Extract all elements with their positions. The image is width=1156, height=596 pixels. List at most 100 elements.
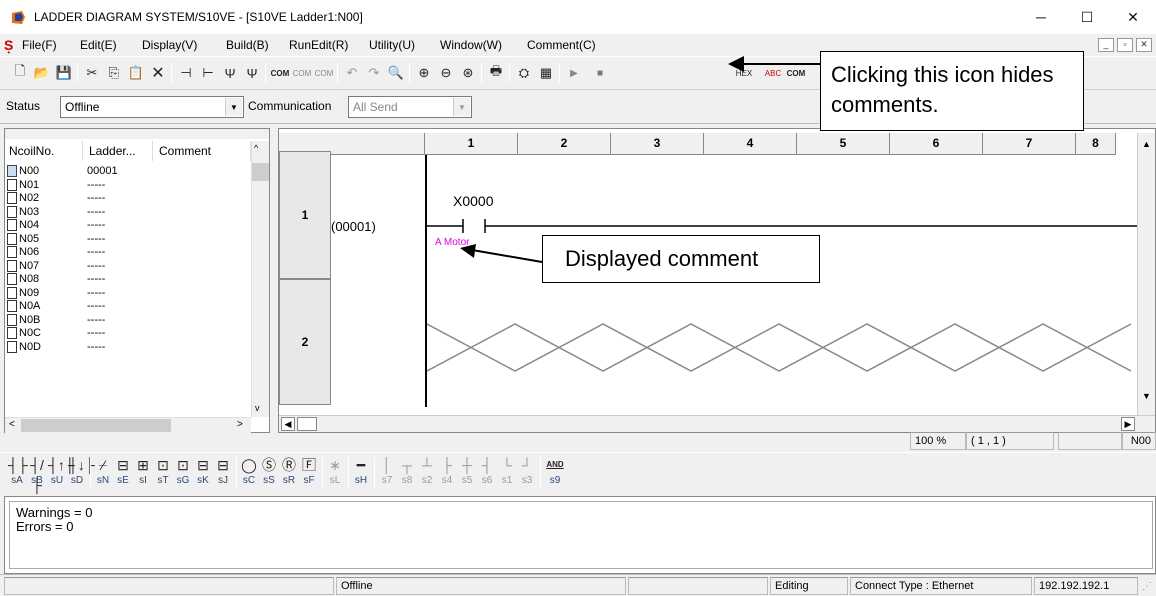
menu-runedit[interactable]: RunEdit(R) [289,38,348,52]
row-header-1[interactable]: 1 [279,151,331,279]
mdi-restore-button[interactable]: ▫ [1117,38,1133,52]
instruction-button-se[interactable]: ⊟ sE [114,455,132,486]
instruction-button-sn[interactable]: ⌿ sN [94,455,112,486]
instruction-button-sr[interactable]: ⓇsR [280,455,298,486]
column-header-ladder[interactable]: Ladder... [85,141,153,161]
list-item[interactable]: N0B ----- [7,313,105,327]
instruction-button-s6[interactable]: ┤ s6 [478,455,496,486]
column-header[interactable]: 5 [797,133,890,155]
column-header[interactable]: 2 [518,133,611,155]
column-header[interactable]: 6 [890,133,983,155]
instruction-button-sc[interactable]: ◯ sC [240,455,258,486]
chevron-down-icon[interactable]: ▼ [453,98,470,116]
instruction-button-ss[interactable]: ⓈsS [260,455,278,486]
instruction-button-si[interactable]: ⊞ sI [134,455,152,486]
instruction-button-sf[interactable]: 🄵sF [300,455,318,486]
play-icon[interactable]: ▶ [564,64,584,82]
undo-icon[interactable]: ↶ [342,64,362,82]
instruction-button-s9[interactable]: AND s9 [544,455,566,486]
instruction-button-sd[interactable]: ┤↓├ sD [68,455,95,486]
row-header-2[interactable]: 2 [279,279,331,405]
open-icon[interactable]: 📂 [32,64,52,82]
scroll-thumb[interactable] [297,417,317,431]
scroll-up-icon[interactable]: ▲ [1142,139,1151,149]
print-icon[interactable]: 🖶 [486,63,506,82]
branch-icon[interactable]: Ψ [220,64,240,82]
communication-select[interactable]: All Send ▼ [348,96,472,118]
instruction-button-sb[interactable]: ┤/├ sB [28,455,46,493]
scroll-thumb[interactable] [21,419,171,432]
cut-icon[interactable]: ✂ [82,64,102,82]
list-item[interactable]: N0D ----- [7,340,105,354]
instruction-button-su[interactable]: ┤↑├ sU [48,455,75,486]
column-header[interactable]: 3 [611,133,704,155]
comment-edit-icon[interactable]: COM [292,64,312,82]
document-icon[interactable]: S̟ [4,37,20,53]
comment-list-icon[interactable]: COM [314,64,334,82]
list-item[interactable]: N06 ----- [7,246,105,259]
list-item[interactable]: N01 ----- [7,178,105,192]
column-header-comment[interactable]: Comment [155,141,251,161]
mdi-minimize-button[interactable]: _ [1098,38,1114,52]
menu-window[interactable]: Window(W) [440,38,502,52]
scroll-up-icon[interactable]: ^ [254,143,258,153]
list-item[interactable]: N08 ----- [7,273,105,286]
instruction-button-sh[interactable]: ━ sH [352,455,370,486]
menu-display[interactable]: Display(V) [142,38,197,52]
zoom-out-icon[interactable]: ⊖ [436,64,456,82]
zoom-fit-icon[interactable]: ⊛ [458,64,478,82]
column-header[interactable]: 1 [425,133,518,155]
instruction-button-sl[interactable]: ∗ sL [326,455,344,486]
vertical-scrollbar[interactable]: ▲ ▼ [1137,133,1155,415]
status-select[interactable]: Offline ▼ [60,96,244,118]
new-icon[interactable]: 🗋 [10,63,30,82]
menu-file[interactable]: File(F) [22,38,57,52]
horizontal-scrollbar[interactable]: < > [5,417,251,433]
column-header[interactable]: 4 [704,133,797,155]
insert-row-icon[interactable]: ⊣ [176,64,196,82]
menu-comment[interactable]: Comment(C) [527,38,596,52]
list-item[interactable]: N0A ----- [7,300,105,313]
find-icon[interactable]: 🔍 [386,64,406,82]
close-button[interactable]: ✕ [1110,0,1156,34]
list-item[interactable]: N04 ----- [7,219,105,232]
horizontal-scrollbar[interactable]: ◀ ▶ [279,415,1155,432]
scroll-right-icon[interactable]: > [237,419,243,430]
list-item[interactable]: N03 ----- [7,205,105,219]
chevron-down-icon[interactable]: ▼ [225,98,242,116]
copy-icon[interactable]: ⎘ [104,64,124,82]
menu-edit[interactable]: Edit(E) [80,38,117,52]
build-icon[interactable]: ⛭ [514,64,534,82]
instruction-button-s1[interactable]: └ s1 [498,455,516,486]
monitor-icon[interactable]: ▦ [536,64,556,82]
scroll-thumb[interactable] [252,163,269,181]
instruction-button-sj[interactable]: ⊟ sJ [214,455,232,486]
column-header[interactable]: 7 [983,133,1076,155]
resize-grip-icon[interactable]: ⋰ [1142,581,1152,592]
vertical-scrollbar[interactable]: ^ v [251,141,269,417]
branch2-icon[interactable]: Ψ [242,64,262,82]
list-item[interactable]: N07 ----- [7,259,105,273]
list-item[interactable]: N02 ----- [7,192,105,205]
scroll-down-icon[interactable]: v [255,403,260,413]
record-icon[interactable]: ■ [590,64,610,82]
scroll-left-icon[interactable]: ◀ [281,417,295,431]
menu-utility[interactable]: Utility(U) [369,38,415,52]
menu-build[interactable]: Build(B) [226,38,269,52]
insert-col-icon[interactable]: ⊢ [198,64,218,82]
scroll-left-icon[interactable]: < [9,419,15,430]
instruction-button-st[interactable]: ⊡ sT [154,455,172,486]
maximize-button[interactable]: ☐ [1064,0,1110,34]
list-item[interactable]: N00 00001 [7,165,118,178]
paste-icon[interactable]: 📋 [126,64,146,82]
list-item[interactable]: N05 ----- [7,232,105,246]
save-icon[interactable]: 💾 [54,64,74,82]
instruction-button-s8[interactable]: ┬ s8 [398,455,416,486]
column-header-ncoil[interactable]: NcoilNo. [5,141,83,161]
delete-icon[interactable]: ✕ [148,64,168,82]
redo-icon[interactable]: ↷ [364,64,384,82]
zoom-in-icon[interactable]: ⊕ [414,64,434,82]
instruction-button-sk[interactable]: ⊟ sK [194,455,212,486]
scroll-right-icon[interactable]: ▶ [1121,417,1135,431]
comment-show-icon[interactable]: COM [270,64,290,82]
